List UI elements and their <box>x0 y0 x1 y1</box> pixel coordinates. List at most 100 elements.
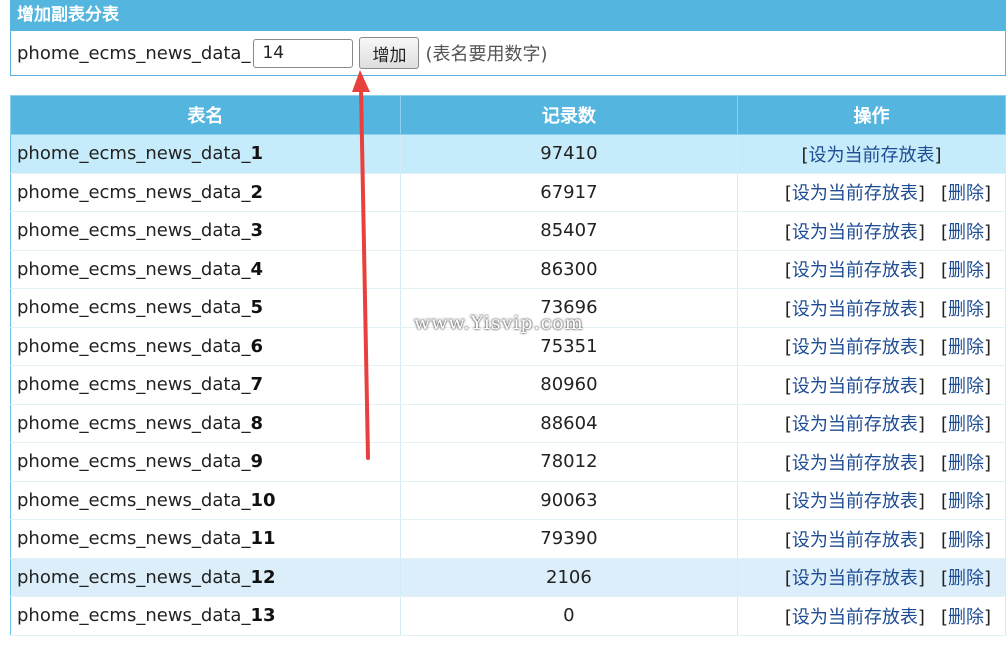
set-current-link[interactable]: [设为当前存放表] <box>785 414 925 435</box>
table-number-input[interactable] <box>253 38 354 68</box>
set-current-link[interactable]: [设为当前存放表] <box>785 183 925 204</box>
table-name-cell: phome_ecms_news_data_4 <box>10 250 401 289</box>
table-name-suffix: 5 <box>250 297 263 319</box>
table-row: phome_ecms_news_data_12 2106 [设为当前存放表] [删除] <box>10 558 1006 597</box>
table-name-cell: phome_ecms_news_data_2 <box>10 173 401 212</box>
table-name-prefix: phome_ecms_news_data_ <box>17 451 251 473</box>
record-count-cell: 86300 <box>400 250 739 289</box>
bracket-close: ] <box>983 529 991 551</box>
bracket-open: [ <box>940 414 948 436</box>
record-count-cell: 78012 <box>400 442 739 482</box>
set-current-link[interactable]: [设为当前存放表] <box>785 607 925 628</box>
table-name-suffix: 1 <box>250 143 263 165</box>
delete-label: 删除 <box>947 221 984 243</box>
set-current-link[interactable]: [设为当前存放表] <box>785 337 925 358</box>
bracket-close: ] <box>917 375 925 397</box>
delete-label: 删除 <box>947 491 984 513</box>
table-row: phome_ecms_news_data_13 0 [设为当前存放表] [删除] <box>10 596 1006 636</box>
set-current-label: 设为当前存放表 <box>791 183 918 205</box>
bracket-close: ] <box>983 183 991 205</box>
delete-link[interactable]: [删除] <box>941 376 991 397</box>
bracket-close: ] <box>917 568 925 590</box>
delete-link[interactable]: [删除] <box>941 453 991 474</box>
table-name-suffix: 10 <box>250 489 276 511</box>
table-name-cell: phome_ecms_news_data_13 <box>10 596 401 636</box>
operation-cell: [设为当前存放表] [删除] <box>737 519 1006 559</box>
set-current-label: 设为当前存放表 <box>791 298 918 320</box>
delete-link[interactable]: [删除] <box>941 414 991 435</box>
set-current-link[interactable]: [设为当前存放表] <box>785 491 925 512</box>
bracket-close: ] <box>917 414 925 436</box>
delete-label: 删除 <box>947 568 984 590</box>
set-current-label: 设为当前存放表 <box>791 452 918 474</box>
set-current-link[interactable]: [设为当前存放表] <box>802 145 942 166</box>
table-name-cell: phome_ecms_news_data_11 <box>10 519 401 559</box>
bracket-open: [ <box>940 452 948 474</box>
bracket-open: [ <box>940 260 948 282</box>
bracket-open: [ <box>940 337 948 359</box>
table-row: phome_ecms_news_data_9 78012 [设为当前存放表] [删除] <box>10 442 1006 482</box>
table-name-cell: phome_ecms_news_data_10 <box>10 481 401 520</box>
delete-label: 删除 <box>947 529 984 551</box>
add-row: phome_ecms_news_data_ 增加 (表名要用数字) <box>11 31 1005 75</box>
bracket-close: ] <box>983 414 991 436</box>
table-row: phome_ecms_news_data_2 67917 [设为当前存放表] [删除] <box>10 173 1006 212</box>
set-current-link[interactable]: [设为当前存放表] <box>785 453 925 474</box>
bracket-close: ] <box>983 568 991 590</box>
table-name-cell: phome_ecms_news_data_3 <box>10 211 401 251</box>
record-count-cell: 79390 <box>400 519 739 559</box>
delete-link[interactable]: [删除] <box>941 222 991 243</box>
bracket-close: ] <box>983 260 991 282</box>
delete-link[interactable]: [删除] <box>941 337 991 358</box>
bracket-close: ] <box>917 260 925 282</box>
bracket-open: [ <box>784 491 792 513</box>
delete-link[interactable]: [删除] <box>941 491 991 512</box>
bracket-open: [ <box>940 183 948 205</box>
bracket-close: ] <box>983 606 991 628</box>
record-count-cell: 97410 <box>400 134 739 174</box>
set-current-label: 设为当前存放表 <box>791 337 918 359</box>
table-name-suffix: 9 <box>250 451 263 473</box>
operation-cell: [设为当前存放表] [删除] <box>737 211 1006 251</box>
set-current-link[interactable]: [设为当前存放表] <box>785 222 925 243</box>
set-current-link[interactable]: [设为当前存放表] <box>785 568 925 589</box>
table-name-prefix: phome_ecms_news_data_ <box>17 143 251 165</box>
set-current-link[interactable]: [设为当前存放表] <box>785 260 925 281</box>
bracket-close: ] <box>983 452 991 474</box>
record-count-cell: 80960 <box>400 365 739 405</box>
delete-link[interactable]: [删除] <box>941 530 991 551</box>
table-name-prefix: phome_ecms_news_data_ <box>17 374 251 396</box>
table-row: phome_ecms_news_data_10 90063 [设为当前存放表] [删除… <box>10 481 1006 520</box>
bracket-close: ] <box>983 337 991 359</box>
table-name-prefix: phome_ecms_news_data_ <box>17 258 251 280</box>
add-button[interactable]: 增加 <box>359 37 420 69</box>
delete-link[interactable]: [删除] <box>941 183 991 204</box>
set-current-link[interactable]: [设为当前存放表] <box>785 530 925 551</box>
table-name-cell: phome_ecms_news_data_7 <box>10 365 401 405</box>
table-name-cell: phome_ecms_news_data_8 <box>10 404 401 443</box>
delete-link[interactable]: [删除] <box>941 568 991 589</box>
delete-link[interactable]: [删除] <box>941 299 991 320</box>
bracket-open: [ <box>940 606 948 628</box>
hint-text: (表名要用数字) <box>425 44 548 65</box>
bracket-close: ] <box>983 491 991 513</box>
bracket-close: ] <box>917 221 925 243</box>
set-current-label: 设为当前存放表 <box>791 491 918 513</box>
set-current-link[interactable]: [设为当前存放表] <box>785 299 925 320</box>
table-row: phome_ecms_news_data_8 88604 [设为当前存放表] [删除] <box>10 404 1006 443</box>
delete-label: 删除 <box>947 606 984 628</box>
set-current-link[interactable]: [设为当前存放表] <box>785 376 925 397</box>
watermark: www.Yisvip.com <box>414 312 584 334</box>
delete-link[interactable]: [删除] <box>941 260 991 281</box>
table-name-suffix: 8 <box>250 412 263 434</box>
table-name-prefix: phome_ecms_news_data_ <box>17 489 251 511</box>
table-name-suffix: 13 <box>250 605 276 627</box>
table-name-suffix: 4 <box>250 258 263 280</box>
bracket-close: ] <box>917 491 925 513</box>
table-name-suffix: 3 <box>250 220 263 242</box>
table-prefix-label: phome_ecms_news_data_ <box>17 42 251 64</box>
delete-link[interactable]: [删除] <box>941 607 991 628</box>
bracket-open: [ <box>784 452 792 474</box>
set-current-label: 设为当前存放表 <box>808 144 935 166</box>
table-row: phome_ecms_news_data_4 86300 [设为当前存放表] [删除] <box>10 250 1006 289</box>
